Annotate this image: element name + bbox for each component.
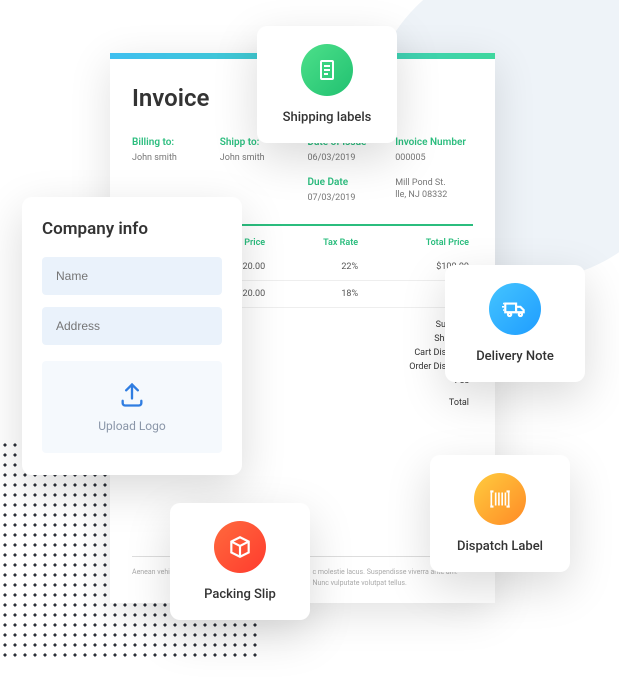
shipping-name: John smith <box>220 152 298 165</box>
address-line2: lle, NJ 08332 <box>395 189 473 202</box>
truck-icon <box>489 283 541 335</box>
tile-label: Packing Slip <box>180 587 300 602</box>
upload-icon <box>52 381 212 409</box>
address-line1: Mill Pond St. <box>395 177 473 190</box>
due-date-label: Due Date <box>308 177 386 188</box>
delivery-note-tile[interactable]: Delivery Note <box>445 265 585 382</box>
invoice-number: 000005 <box>395 152 473 165</box>
col-tax: Tax Rate <box>269 232 362 254</box>
company-info-card: Company info Upload Logo <box>22 197 242 475</box>
packing-slip-tile[interactable]: Packing Slip <box>170 503 310 620</box>
shipping-labels-tile[interactable]: Shipping labels <box>257 26 397 143</box>
barcode-icon <box>474 473 526 525</box>
box-icon <box>214 521 266 573</box>
upload-label: Upload Logo <box>52 419 212 433</box>
col-total: Total Price <box>362 232 473 254</box>
tile-label: Shipping labels <box>267 110 387 125</box>
billing-name: John smith <box>132 152 210 165</box>
address-input[interactable] <box>42 307 222 345</box>
billing-label: Billing to: <box>132 137 210 148</box>
name-input[interactable] <box>42 257 222 295</box>
date-issued: 06/03/2019 <box>308 152 386 165</box>
due-date: 07/03/2019 <box>308 192 386 205</box>
invoice-number-label: Invoice Number <box>395 137 473 148</box>
tile-label: Delivery Note <box>455 349 575 364</box>
company-info-title: Company info <box>42 219 222 239</box>
upload-logo-button[interactable]: Upload Logo <box>42 361 222 453</box>
tile-label: Dispatch Label <box>440 539 560 554</box>
receipt-icon <box>301 44 353 96</box>
dispatch-label-tile[interactable]: Dispatch Label <box>430 455 570 572</box>
